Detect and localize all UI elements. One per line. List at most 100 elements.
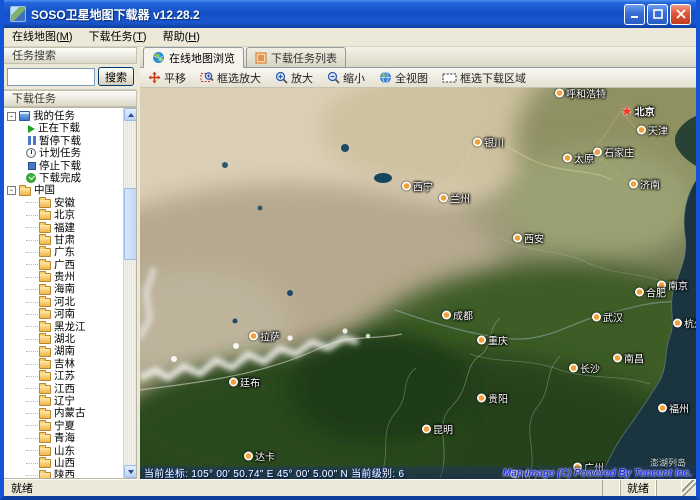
tree-connector: [26, 401, 38, 402]
close-button[interactable]: [670, 4, 691, 25]
tree-node-province[interactable]: 福建: [4, 222, 136, 234]
maximize-button[interactable]: [647, 4, 668, 25]
minimize-button[interactable]: [624, 4, 645, 25]
app-window: SOSO卫星地图下载器 v12.28.2 在线地图(M) 下载任务(T) 帮助(…: [0, 0, 700, 500]
box-zoom-in-button[interactable]: 框选放大: [200, 70, 261, 86]
tree-node-province[interactable]: 江苏: [4, 370, 136, 382]
folder-icon: [39, 360, 51, 369]
tree-node-label: 广西: [54, 259, 75, 271]
minimize-icon: [630, 9, 640, 19]
folder-icon: [39, 385, 51, 394]
tree-node-label: 黑龙江: [54, 321, 86, 333]
tree-node-province[interactable]: 河北: [4, 296, 136, 308]
tree-node-province[interactable]: 海南: [4, 283, 136, 295]
tree-node-province[interactable]: 内蒙古: [4, 407, 136, 419]
zoom-out-button[interactable]: 缩小: [327, 70, 365, 86]
map-copyright: Map Image (C) Powered By Tencent Inc.: [503, 468, 692, 479]
window-title: SOSO卫星地图下载器 v12.28.2: [31, 6, 622, 23]
collapse-icon[interactable]: -: [7, 112, 16, 121]
folder-icon: [39, 286, 51, 295]
menu-online-map[interactable]: 在线地图(M): [4, 28, 81, 47]
city-label: 呼和浩特: [566, 88, 606, 101]
tree-node-label: 福建: [54, 222, 75, 234]
tree-node-province[interactable]: 宁夏: [4, 420, 136, 432]
collapse-icon[interactable]: -: [7, 186, 16, 195]
titlebar[interactable]: SOSO卫星地图下载器 v12.28.2: [4, 0, 696, 28]
city-label: 拉萨: [260, 329, 280, 344]
tree-node-province[interactable]: 广东: [4, 246, 136, 258]
satellite-map[interactable]: ★ 北京 呼和浩特 天津: [140, 88, 696, 479]
tab-online-map-browse[interactable]: 在线地图浏览: [143, 47, 244, 68]
tree-node-province[interactable]: 安徽: [4, 197, 136, 209]
city-dot-icon: [402, 182, 411, 191]
city-dot-icon: [629, 180, 638, 189]
city-marker: 太原: [563, 151, 594, 166]
folder-icon: [39, 323, 51, 332]
tree-node-province[interactable]: 陕西: [4, 469, 136, 479]
tree-connector: [26, 277, 38, 278]
tree-node-label: 广东: [54, 246, 75, 258]
search-button[interactable]: 搜索: [98, 67, 134, 86]
scrollbar-thumb[interactable]: [124, 188, 137, 260]
folder-icon: [39, 459, 51, 468]
tree-connector: [26, 326, 38, 327]
menu-download-tasks[interactable]: 下载任务(T): [81, 28, 155, 47]
city-marker: 福州: [658, 401, 689, 416]
tree-node-completed[interactable]: 下载完成: [4, 172, 136, 184]
tree-node-label: 江苏: [54, 370, 75, 382]
tree-node-province[interactable]: 湖南: [4, 345, 136, 357]
sidebar: 任务搜索 搜索 下载任务 - 我的任务 正在下载 暂停下载: [4, 47, 137, 479]
tree-node-province[interactable]: 贵州: [4, 271, 136, 283]
folder-icon: [19, 187, 31, 196]
city-dot-icon: [569, 364, 578, 373]
tree-node-province[interactable]: 河南: [4, 308, 136, 320]
menubar: 在线地图(M) 下载任务(T) 帮助(H): [4, 28, 696, 47]
tree-node-downloading[interactable]: 正在下载: [4, 122, 136, 134]
city-marker: 济南: [629, 177, 660, 192]
tree-node-label: 陕西: [54, 469, 75, 479]
tree-node-province[interactable]: 江西: [4, 383, 136, 395]
city-marker: 杭州: [673, 316, 696, 331]
scroll-down-icon[interactable]: [124, 465, 137, 478]
zoom-in-button[interactable]: 放大: [275, 70, 313, 86]
city-dot-icon: [555, 89, 564, 98]
select-download-region-button[interactable]: 框选下载区域: [442, 70, 526, 86]
tree-node-province[interactable]: 湖北: [4, 333, 136, 345]
city-marker: 昆明: [422, 422, 453, 437]
tree-node-stopped[interactable]: 停止下载: [4, 160, 136, 172]
city-label: 武汉: [603, 310, 623, 325]
tree-node-china[interactable]: - 中国: [4, 184, 136, 196]
scroll-up-icon[interactable]: [124, 108, 137, 121]
tree-node-province[interactable]: 黑龙江: [4, 321, 136, 333]
tree-node-province[interactable]: 山东: [4, 445, 136, 457]
tree-node-paused[interactable]: 暂停下载: [4, 135, 136, 147]
resize-grip-icon[interactable]: [682, 480, 696, 496]
tree-node-province[interactable]: 吉林: [4, 358, 136, 370]
city-dot-icon: [249, 332, 258, 341]
tree-scrollbar[interactable]: [123, 108, 136, 478]
city-marker: 成都: [442, 308, 473, 323]
pause-icon: [28, 136, 36, 145]
tree-node-province[interactable]: 甘肃: [4, 234, 136, 246]
tree-node-province[interactable]: 辽宁: [4, 395, 136, 407]
search-input[interactable]: [7, 68, 95, 86]
folder-icon: [39, 348, 51, 357]
tree-node-province[interactable]: 青海: [4, 432, 136, 444]
tree-node-label: 河北: [54, 296, 75, 308]
status-panel: [656, 480, 682, 496]
menu-help[interactable]: 帮助(H): [155, 28, 208, 47]
tree-connector: [26, 227, 38, 228]
tree-node-province[interactable]: 山西: [4, 457, 136, 469]
tree-node-scheduled[interactable]: 计划任务: [4, 147, 136, 159]
folder-icon: [39, 248, 51, 257]
full-extent-button[interactable]: 全视图: [379, 70, 428, 86]
pan-button[interactable]: 平移: [148, 70, 186, 86]
city-marker: 石家庄: [593, 145, 634, 160]
tree-node-my-tasks[interactable]: - 我的任务: [4, 110, 136, 122]
status-panel-ready: 就绪: [620, 480, 656, 496]
menu-label: 在线地图(: [12, 31, 60, 43]
tab-download-task-list[interactable]: 下载任务列表: [246, 47, 346, 67]
tree-node-province[interactable]: 广西: [4, 259, 136, 271]
tree-node-province[interactable]: 北京: [4, 209, 136, 221]
menu-label: 帮助(: [163, 31, 189, 43]
